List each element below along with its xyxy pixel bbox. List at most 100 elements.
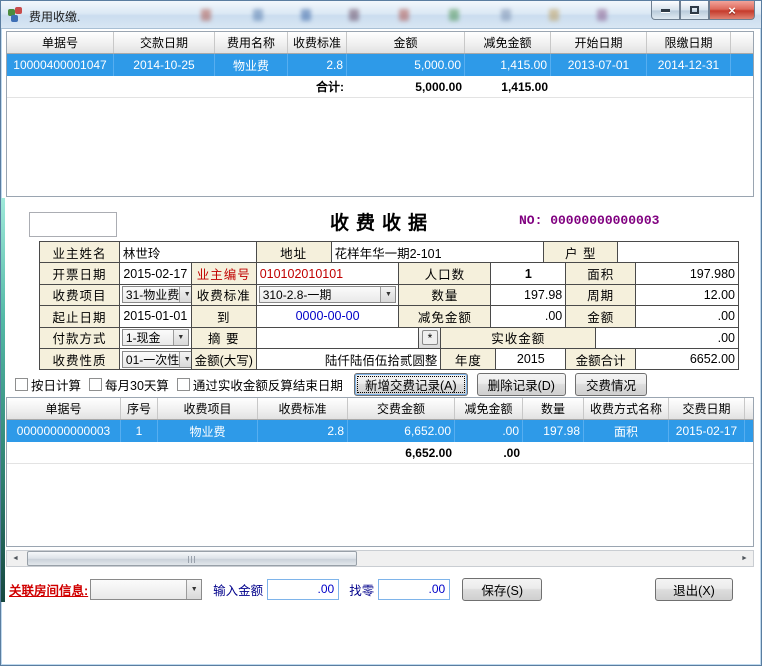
change-field[interactable] <box>378 579 450 600</box>
fee-nature-label: 收费性质 <box>40 349 120 370</box>
reduction-value[interactable]: .00 <box>491 306 566 327</box>
change-label: 找零 <box>349 580 374 599</box>
amount-total-label: 金额合计 <box>566 349 636 370</box>
minimize-icon <box>661 9 670 12</box>
exit-button[interactable]: 退出(X) <box>655 578 733 601</box>
delete-record-button[interactable]: 删除记录(D) <box>477 373 566 396</box>
payment-status-button[interactable]: 交费情况 <box>575 373 647 396</box>
maximize-button[interactable] <box>680 1 709 20</box>
pending-fees-table: 单据号 交款日期 费用名称 收费标准 金额 减免金额 开始日期 限缴日期 100… <box>6 31 754 197</box>
amount-total-value[interactable]: 6652.00 <box>636 349 739 370</box>
form-row-5: 付款方式 1-现金▼ 摘 要 * 实收金额 .00 <box>40 328 739 349</box>
spacer <box>7 76 288 97</box>
fee-nature-cell: 01-一次性▼ <box>120 349 192 370</box>
cell-pay-date: 2015-02-17 <box>669 420 745 442</box>
column-header: 减免金额 <box>465 32 551 53</box>
invoice-date-value[interactable]: 2015-02-17 <box>120 263 192 284</box>
app-icon <box>8 7 24 23</box>
area-value[interactable]: 197.980 <box>636 263 739 284</box>
table-header-row: 单据号 交款日期 费用名称 收费标准 金额 减免金额 开始日期 限缴日期 <box>7 32 753 54</box>
form-row-6: 收费性质 01-一次性▼ 金额(大写) 陆仟陆佰伍拾贰圆整 年度 2015 金额… <box>40 349 739 370</box>
actual-amount-value[interactable]: .00 <box>596 328 739 349</box>
year-label: 年度 <box>441 349 496 370</box>
year-value[interactable]: 2015 <box>496 349 566 370</box>
month-30days-label: 每月30天算 <box>105 375 169 394</box>
payment-method-dropdown[interactable]: 1-现金▼ <box>122 329 189 346</box>
scroll-right-icon[interactable]: ► <box>736 551 753 566</box>
window-edge-decoration <box>1 198 5 602</box>
form-row-3: 收费项目 31-物业费▼ 收费标准 310-2.8-一期▼ 数量 197.98 … <box>40 285 739 306</box>
fee-standard-dropdown[interactable]: 310-2.8-一期▼ <box>259 286 397 303</box>
address-value[interactable]: 花样年华一期2-101 <box>332 242 545 263</box>
house-type-value[interactable] <box>618 242 739 263</box>
reverse-calc-checkbox[interactable] <box>177 378 190 391</box>
column-header: 收费方式名称 <box>584 398 669 419</box>
cell-fee-standard: 2.8 <box>288 54 347 76</box>
column-header-filler <box>745 398 753 419</box>
column-header: 减免金额 <box>455 398 523 419</box>
column-header: 收费标准 <box>258 398 348 419</box>
glass-artifact <box>449 9 459 21</box>
table-row[interactable]: 00000000000003 1 物业费 2.8 6,652.00 .00 19… <box>7 420 753 442</box>
column-header: 数量 <box>523 398 584 419</box>
amount-label: 金额 <box>566 306 636 327</box>
total-reduction: 1,415.00 <box>465 76 551 97</box>
cell-pay-date: 2014-10-25 <box>114 54 215 76</box>
summary-value[interactable] <box>257 328 420 349</box>
scroll-left-icon[interactable]: ◄ <box>7 551 24 566</box>
calc-by-day-label: 按日计算 <box>31 375 81 394</box>
address-label: 地址 <box>257 242 332 263</box>
horizontal-scrollbar[interactable]: ◄ ► <box>6 550 754 567</box>
column-header: 交费日期 <box>669 398 745 419</box>
amount-words-value[interactable]: 陆仟陆佰伍拾贰圆整 <box>257 349 442 370</box>
column-header: 收费标准 <box>288 32 347 53</box>
cell-reduction: 1,415.00 <box>465 54 551 76</box>
fee-standard-cell: 310-2.8-一期▼ <box>257 285 400 306</box>
month-30days-checkbox[interactable] <box>89 378 102 391</box>
house-type-label: 户 型 <box>544 242 618 263</box>
quantity-label: 数量 <box>399 285 491 306</box>
close-button[interactable]: × <box>709 1 755 20</box>
fee-nature-dropdown[interactable]: 01-一次性▼ <box>122 351 192 368</box>
cell-fee-name: 物业费 <box>215 54 288 76</box>
population-label: 人口数 <box>399 263 491 284</box>
actual-amount-label: 实收金额 <box>441 328 596 349</box>
glass-artifact <box>501 9 511 21</box>
save-button[interactable]: 保存(S) <box>462 578 542 601</box>
column-header: 单据号 <box>7 32 114 53</box>
chevron-down-icon: ▼ <box>173 330 188 345</box>
fee-item-dropdown[interactable]: 31-物业费▼ <box>122 286 192 303</box>
input-amount-field[interactable] <box>267 579 339 600</box>
room-info-dropdown[interactable]: ▼ <box>90 579 202 600</box>
window-title: 费用收缴. <box>29 8 80 25</box>
owner-name-value[interactable]: 林世玲 <box>120 242 257 263</box>
amount-value[interactable]: .00 <box>636 306 739 327</box>
app-window: 费用收缴. × 单据号 交款日期 费用名称 收费标准 金额 减免金额 开始日期 … <box>0 0 762 666</box>
column-header: 交款日期 <box>114 32 215 53</box>
date-to-value[interactable]: 0000-00-00 <box>257 306 400 327</box>
close-icon: × <box>728 3 736 18</box>
titlebar: 费用收缴. × <box>1 1 762 29</box>
to-label: 到 <box>192 306 257 327</box>
scrollbar-thumb[interactable] <box>27 551 357 566</box>
calc-by-day-checkbox[interactable] <box>15 378 28 391</box>
chevron-down-icon: ▼ <box>380 287 395 302</box>
owner-no-value[interactable]: 010102010101 <box>257 263 400 284</box>
minimize-button[interactable] <box>651 1 680 20</box>
column-header-filler <box>731 32 753 53</box>
cell-start-date: 2013-07-01 <box>551 54 647 76</box>
date-range-label: 起止日期 <box>40 306 120 327</box>
fee-item-label: 收费项目 <box>40 285 120 306</box>
date-from-value[interactable]: 2015-01-01 <box>120 306 192 327</box>
add-payment-record-button[interactable]: 新增交费记录(A) <box>354 373 468 396</box>
payment-method-label: 付款方式 <box>40 328 120 349</box>
summary-picker-button[interactable]: * <box>419 328 441 349</box>
period-value[interactable]: 12.00 <box>636 285 739 306</box>
payment-method-cell: 1-现金▼ <box>120 328 192 349</box>
quantity-value[interactable]: 197.98 <box>491 285 566 306</box>
table-header-row: 单据号 序号 收费项目 收费标准 交费金额 减免金额 数量 收费方式名称 交费日… <box>7 398 753 420</box>
population-value[interactable]: 1 <box>491 263 566 284</box>
maximize-icon <box>690 6 699 14</box>
table-row[interactable]: 10000400001047 2014-10-25 物业费 2.8 5,000.… <box>7 54 753 76</box>
fee-item-cell: 31-物业费▼ <box>120 285 192 306</box>
